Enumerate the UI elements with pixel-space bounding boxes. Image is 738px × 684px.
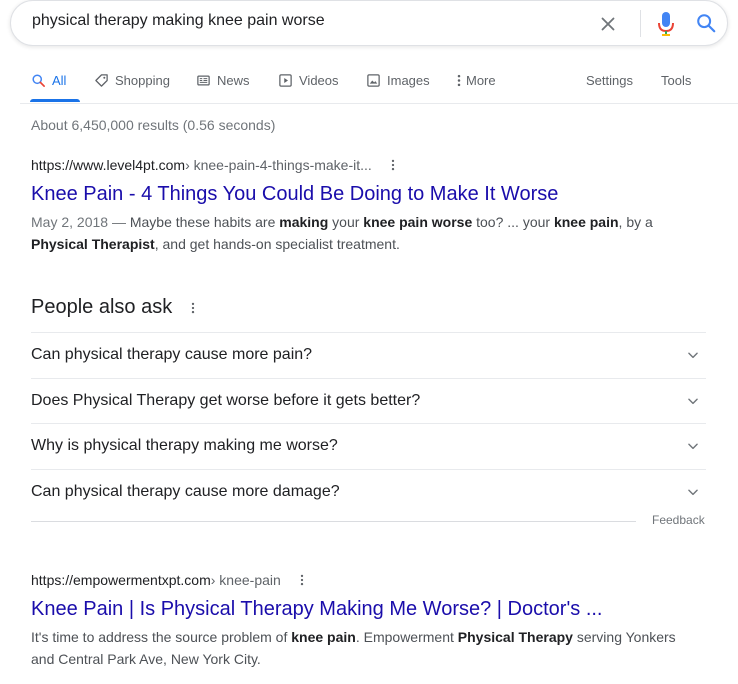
search-icon [32, 73, 45, 87]
people-also-ask-list: Can physical therapy cause more pain? Do… [31, 332, 706, 514]
snippet-text: , by a [618, 214, 653, 230]
tab-label: More [466, 72, 496, 88]
more-options-icon[interactable] [299, 573, 305, 587]
tab-label: Tools [661, 72, 692, 88]
people-also-ask-heading: People also ask [31, 296, 196, 319]
paa-question-text: Why is physical therapy making me worse? [31, 437, 338, 454]
paa-question-text: Can physical therapy cause more pain? [31, 346, 313, 363]
paa-question[interactable]: Does Physical Therapy get worse before i… [31, 377, 706, 424]
snippet-highlight: knee pain worse [363, 214, 473, 230]
microphone-icon[interactable] [655, 10, 677, 38]
active-tab-indicator [30, 99, 80, 102]
result-url: https://www.level4pt.com › knee-pain-4-t… [31, 155, 691, 175]
result-title-link[interactable]: Knee Pain | Is Physical Therapy Making M… [31, 596, 691, 622]
search-icon[interactable] [695, 12, 717, 34]
tab-shopping[interactable]: Shopping [94, 70, 170, 90]
paa-title-text: People also ask [31, 296, 173, 318]
tab-label: Images [387, 72, 430, 88]
snippet-highlight: Physical Therapist [31, 236, 155, 252]
result-path: › knee-pain [210, 572, 281, 588]
newspaper-icon [197, 75, 210, 85]
snippet-text: too? ... your [472, 214, 554, 230]
result-stats: About 6,450,000 results (0.56 seconds) [31, 117, 276, 133]
search-tabs: All Shopping News Videos Images More Set… [0, 58, 738, 103]
result-title-link[interactable]: Knee Pain - 4 Things You Could Be Doing … [31, 181, 691, 207]
search-result: https://empowermentxpt.com › knee-pain K… [31, 570, 691, 670]
date-dash: — [108, 214, 130, 230]
play-icon [279, 73, 292, 87]
more-options-icon[interactable] [190, 301, 196, 315]
tab-label: Videos [299, 72, 339, 88]
result-url: https://empowermentxpt.com › knee-pain [31, 570, 691, 590]
more-vert-icon [457, 74, 461, 86]
tab-label: All [52, 72, 67, 88]
result-path: › knee-pain-4-things-make-it... [185, 157, 372, 173]
tab-label: News [217, 72, 250, 88]
snippet-text: . Empowerment [355, 629, 458, 645]
tab-label: Settings [586, 72, 633, 88]
paa-bottom-divider [31, 521, 636, 522]
paa-question[interactable]: Can physical therapy cause more damage? [31, 468, 706, 515]
chevron-down-icon [688, 443, 698, 450]
result-snippet: May 2, 2018 — Maybe these habits are mak… [31, 211, 691, 255]
snippet-highlight: knee pain [291, 629, 356, 645]
tag-icon [95, 73, 108, 87]
chevron-down-icon [688, 352, 698, 359]
result-site[interactable]: https://empowermentxpt.com [31, 572, 211, 588]
tab-more[interactable]: More [456, 70, 496, 90]
image-icon [367, 73, 380, 87]
more-options-icon[interactable] [390, 158, 396, 172]
result-date: May 2, 2018 [31, 214, 109, 230]
search-input[interactable]: physical therapy making knee pain worse [32, 12, 572, 30]
tab-all[interactable]: All [31, 70, 66, 90]
snippet-highlight: knee pain [553, 214, 619, 230]
snippet-text: It's time to address the source problem … [31, 629, 292, 645]
tabs-divider [20, 103, 738, 104]
snippet-text: Maybe these habits are [129, 214, 280, 230]
tools-link[interactable]: Tools [661, 70, 691, 90]
paa-question-text: Can physical therapy cause more damage? [31, 482, 340, 500]
snippet-text: , and get hands-on specialist treatment. [154, 236, 400, 252]
chevron-down-icon [688, 489, 698, 495]
snippet-highlight: Physical Therapy [457, 629, 573, 645]
snippet-text: your [328, 214, 364, 230]
feedback-link[interactable]: Feedback [652, 513, 705, 527]
tab-label: Shopping [115, 72, 170, 88]
settings-link[interactable]: Settings [586, 70, 633, 90]
search-result: https://www.level4pt.com › knee-pain-4-t… [31, 155, 691, 255]
clear-icon[interactable] [597, 13, 619, 35]
paa-question[interactable]: Why is physical therapy making me worse? [31, 423, 706, 469]
paa-question[interactable]: Can physical therapy cause more pain? [31, 332, 706, 378]
snippet-highlight: making [279, 214, 329, 230]
search-bar-separator [640, 10, 641, 37]
tab-images[interactable]: Images [366, 70, 430, 90]
paa-question-text: Does Physical Therapy get worse before i… [31, 391, 421, 409]
tab-videos[interactable]: Videos [278, 70, 339, 90]
chevron-down-icon [688, 398, 698, 404]
search-bar: physical therapy making knee pain worse [10, 0, 728, 46]
tab-news[interactable]: News [196, 70, 250, 90]
result-snippet: It's time to address the source problem … [31, 626, 691, 670]
result-site[interactable]: https://www.level4pt.com [31, 157, 185, 173]
